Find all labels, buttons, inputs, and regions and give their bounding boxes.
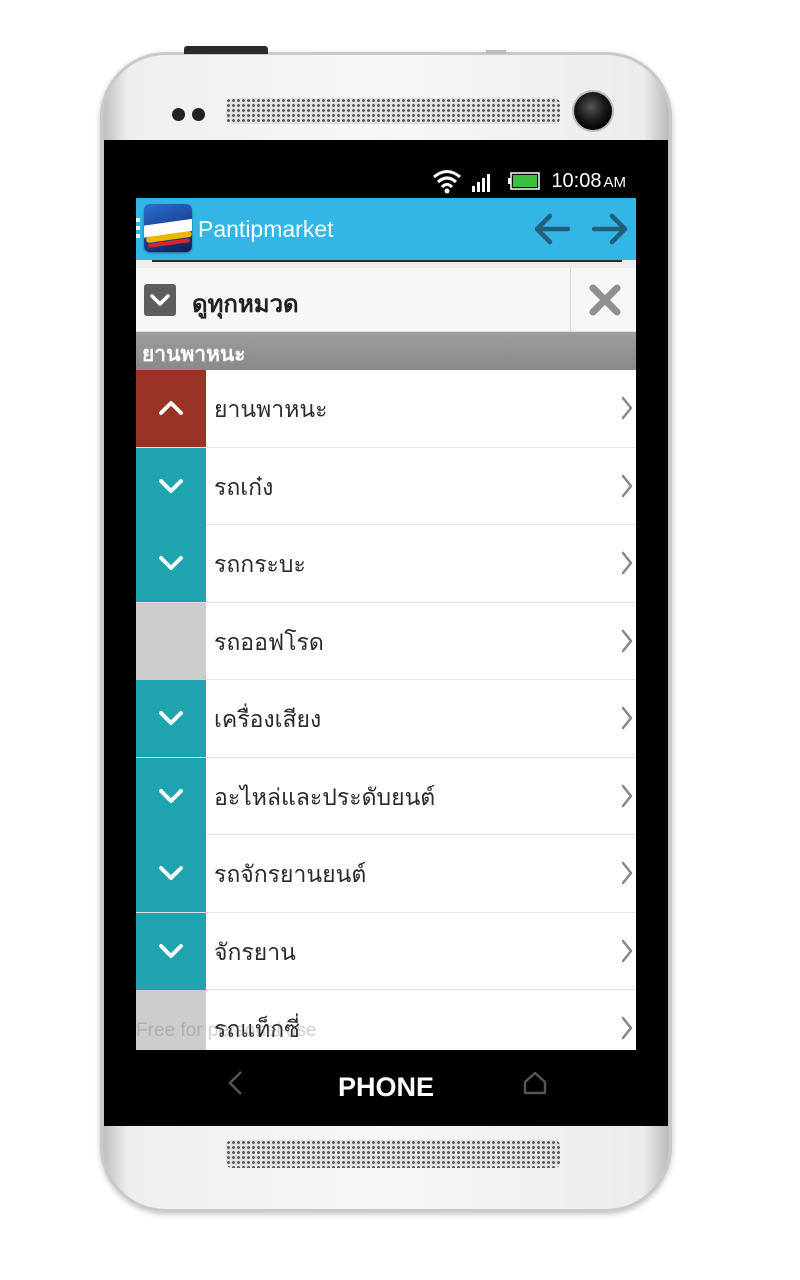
expand-toggle[interactable]: [136, 447, 206, 525]
expand-toggle[interactable]: [136, 680, 206, 757]
app-logo[interactable]: [144, 204, 192, 252]
all-categories-row[interactable]: ดูทุกหมวด: [136, 268, 636, 332]
scroll-indicator: [136, 260, 636, 268]
category-label: อะไหล่และประดับยนต์: [214, 784, 436, 811]
app-title: Pantipmarket: [198, 216, 334, 242]
checkbox-chevron-icon[interactable]: [144, 284, 176, 316]
chevron-right-icon: [621, 861, 633, 885]
chevron-down-icon: [159, 478, 183, 493]
category-row[interactable]: รถออฟโรด: [136, 602, 636, 680]
expand-toggle[interactable]: [136, 370, 206, 447]
speaker-grille: [226, 1140, 560, 1168]
expand-toggle[interactable]: [136, 757, 206, 835]
category-label: รถกระบะ: [214, 552, 306, 578]
action-bar: Pantipmarket: [136, 198, 636, 260]
status-bar: 10:08 AM: [136, 164, 636, 198]
all-categories-label: ดูทุกหมวด: [192, 290, 299, 318]
category-row[interactable]: อะไหล่และประดับยนต์: [136, 757, 636, 835]
wifi-icon: [433, 170, 461, 194]
section-header: ยานพาหนะ: [136, 332, 636, 370]
close-button[interactable]: [570, 268, 636, 332]
screen: 10:08 AM Pantipmarket ดูทุกหมวด ยานพาหนะ …: [136, 164, 636, 1050]
chevron-right-icon: [621, 551, 633, 575]
top-edge-detail: [486, 50, 506, 54]
category-label: เครื่องเสียง: [214, 707, 322, 733]
forward-arrow-icon[interactable]: [592, 212, 630, 246]
watermark-text: Free for personal use: [136, 1020, 317, 1041]
category-row[interactable]: เครื่องเสียง: [136, 680, 636, 758]
chevron-right-icon: [621, 706, 633, 730]
expand-toggle[interactable]: [136, 525, 206, 602]
category-label: รถออฟโรด: [214, 629, 324, 656]
drawer-indicator-icon[interactable]: [136, 218, 142, 240]
nav-home-icon[interactable]: [522, 1070, 548, 1096]
earpiece-grille: [226, 98, 560, 124]
brand-label: PHONE: [337, 1072, 435, 1102]
category-label: รถเก๋ง: [214, 474, 274, 501]
clock: 10:08 AM: [551, 170, 626, 192]
chevron-right-icon: [621, 1016, 633, 1040]
chevron-right-icon: [621, 396, 633, 420]
chevron-right-icon: [621, 939, 633, 962]
close-icon: [589, 284, 621, 316]
category-label: จักรยาน: [214, 939, 296, 966]
front-camera: [574, 92, 612, 130]
category-row[interactable]: รถเก๋ง: [136, 447, 636, 525]
category-row[interactable]: รถจักรยานยนต์: [136, 835, 636, 913]
expand-toggle[interactable]: [136, 835, 206, 912]
sensor-dots: [172, 108, 212, 122]
section-title: ยานพาหนะ: [142, 342, 246, 366]
toggle-placeholder: [136, 602, 206, 680]
battery-icon: [508, 172, 540, 190]
navigation-bar: PHONE: [136, 1050, 636, 1126]
chevron-right-icon: [621, 784, 633, 807]
chevron-down-icon: [159, 943, 183, 958]
chevron-down-icon: [159, 556, 183, 570]
category-list: ยานพาหนะรถเก๋งรถกระบะรถออฟโรดเครื่องเสีย…: [136, 370, 636, 1050]
chevron-down-icon: [159, 788, 183, 803]
signal-icon: [472, 174, 490, 192]
category-label: รถจักรยานยนต์: [214, 862, 367, 888]
chevron-right-icon: [621, 629, 633, 652]
category-row[interactable]: จักรยาน: [136, 912, 636, 990]
chevron-right-icon: [621, 474, 633, 497]
chevron-down-icon: [159, 711, 183, 725]
category-row[interactable]: ยานพาหนะ: [136, 370, 636, 448]
chevron-up-icon: [159, 401, 183, 415]
back-arrow-icon[interactable]: [532, 212, 570, 246]
category-row[interactable]: รถกระบะ: [136, 525, 636, 603]
category-label: ยานพาหนะ: [214, 397, 328, 423]
power-button: [184, 46, 268, 54]
expand-toggle[interactable]: [136, 912, 206, 990]
chevron-down-icon: [159, 866, 183, 880]
